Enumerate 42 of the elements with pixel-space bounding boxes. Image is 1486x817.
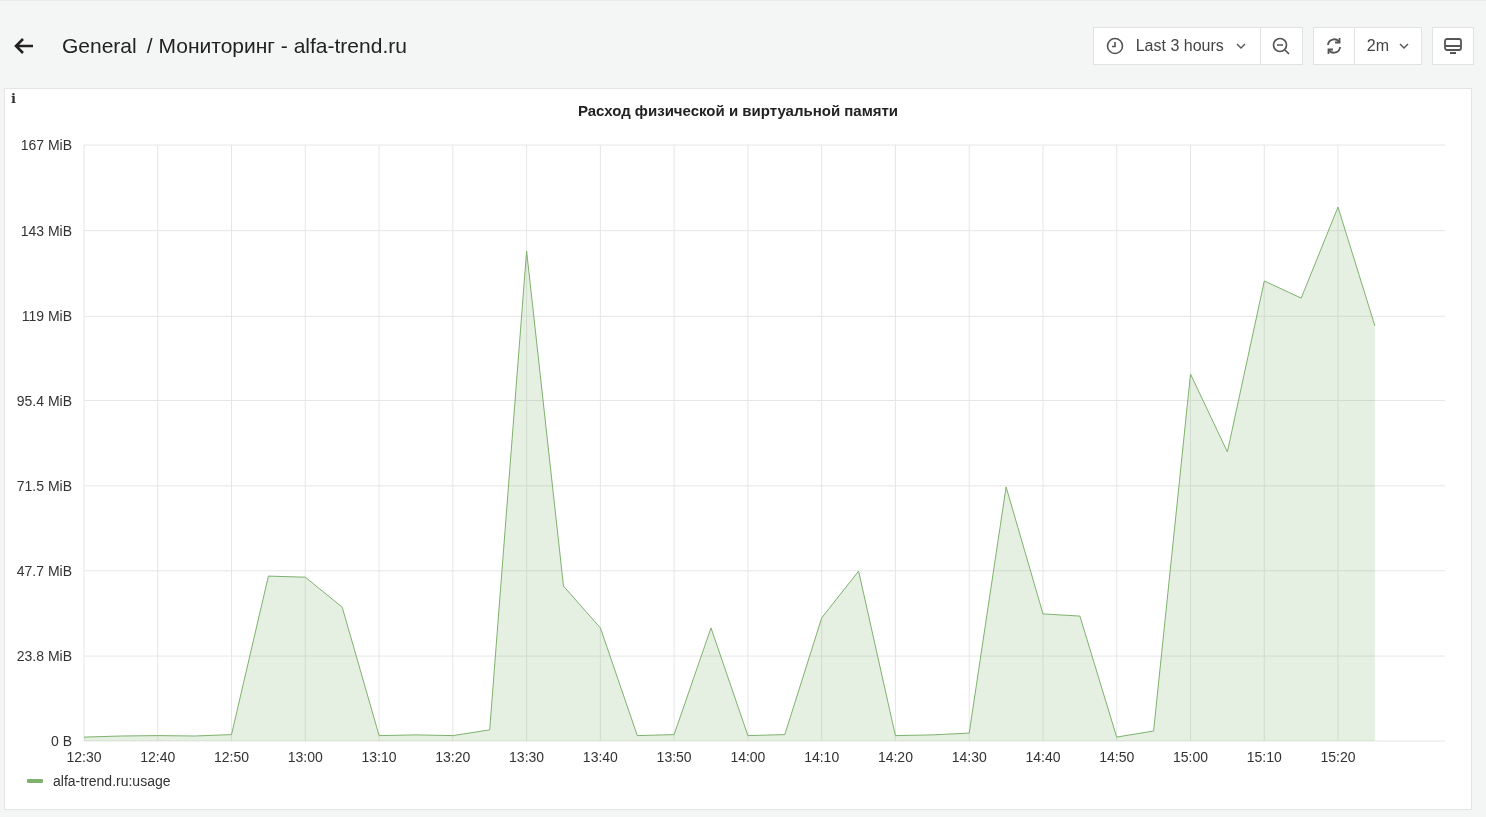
x-axis-label: 14:40 <box>1025 749 1061 765</box>
tv-mode-button[interactable] <box>1432 27 1474 65</box>
y-axis-label: 0 B <box>51 733 72 749</box>
breadcrumb-separator: / <box>146 34 153 58</box>
legend-label[interactable]: alfa-trend.ru:usage <box>53 773 171 789</box>
x-axis-label: 13:00 <box>287 749 323 765</box>
x-axis-label: 13:40 <box>582 749 618 765</box>
y-axis-label: 71.5 MiB <box>16 477 72 494</box>
x-axis-label: 14:00 <box>730 749 766 765</box>
x-axis-label: 14:50 <box>1099 749 1135 765</box>
x-axis-label: 15:20 <box>1320 749 1356 765</box>
y-axis-label: 119 MiB <box>21 308 72 325</box>
x-axis-label: 13:20 <box>435 749 471 765</box>
y-axis-label: 47.7 MiB <box>16 562 72 579</box>
y-axis-label: 167 MiB <box>20 137 72 153</box>
clock-icon <box>1105 37 1124 55</box>
refresh-button[interactable] <box>1312 27 1355 65</box>
time-range-picker[interactable]: Last 3 hours <box>1092 27 1261 65</box>
dashboard-title: Мониторинг - alfa-trend.ru <box>158 34 407 58</box>
caret-icon <box>1235 43 1246 49</box>
breadcrumb-folder[interactable]: General <box>62 34 137 58</box>
x-axis-label: 15:10 <box>1246 749 1282 765</box>
x-axis-label: 15:00 <box>1173 749 1209 765</box>
x-axis-label: 14:10 <box>804 749 840 765</box>
x-axis-label: 14:30 <box>951 749 987 765</box>
y-axis-label: 23.8 MiB <box>16 648 72 665</box>
zoom-out-button[interactable] <box>1260 27 1303 65</box>
x-axis-label: 12:40 <box>140 749 176 765</box>
y-axis-label: 143 MiB <box>20 222 72 239</box>
monitor-icon <box>1443 36 1463 56</box>
panel-title: Расход физической и виртуальной памяти <box>577 101 899 119</box>
x-axis-label: 12:50 <box>214 749 250 765</box>
caret-icon <box>1399 43 1409 49</box>
x-axis-label: 13:30 <box>509 749 545 765</box>
x-axis-label: 13:10 <box>361 749 397 765</box>
refresh-interval-picker[interactable]: 2m <box>1354 27 1422 65</box>
x-axis-label: 13:50 <box>656 749 692 765</box>
x-axis-label: 14:20 <box>877 749 913 765</box>
y-axis-label: 95.4 MiB <box>16 392 72 409</box>
zoom-out-icon <box>1271 36 1292 56</box>
info-mark[interactable]: i <box>11 91 16 106</box>
x-axis-label: 12:30 <box>66 749 102 765</box>
